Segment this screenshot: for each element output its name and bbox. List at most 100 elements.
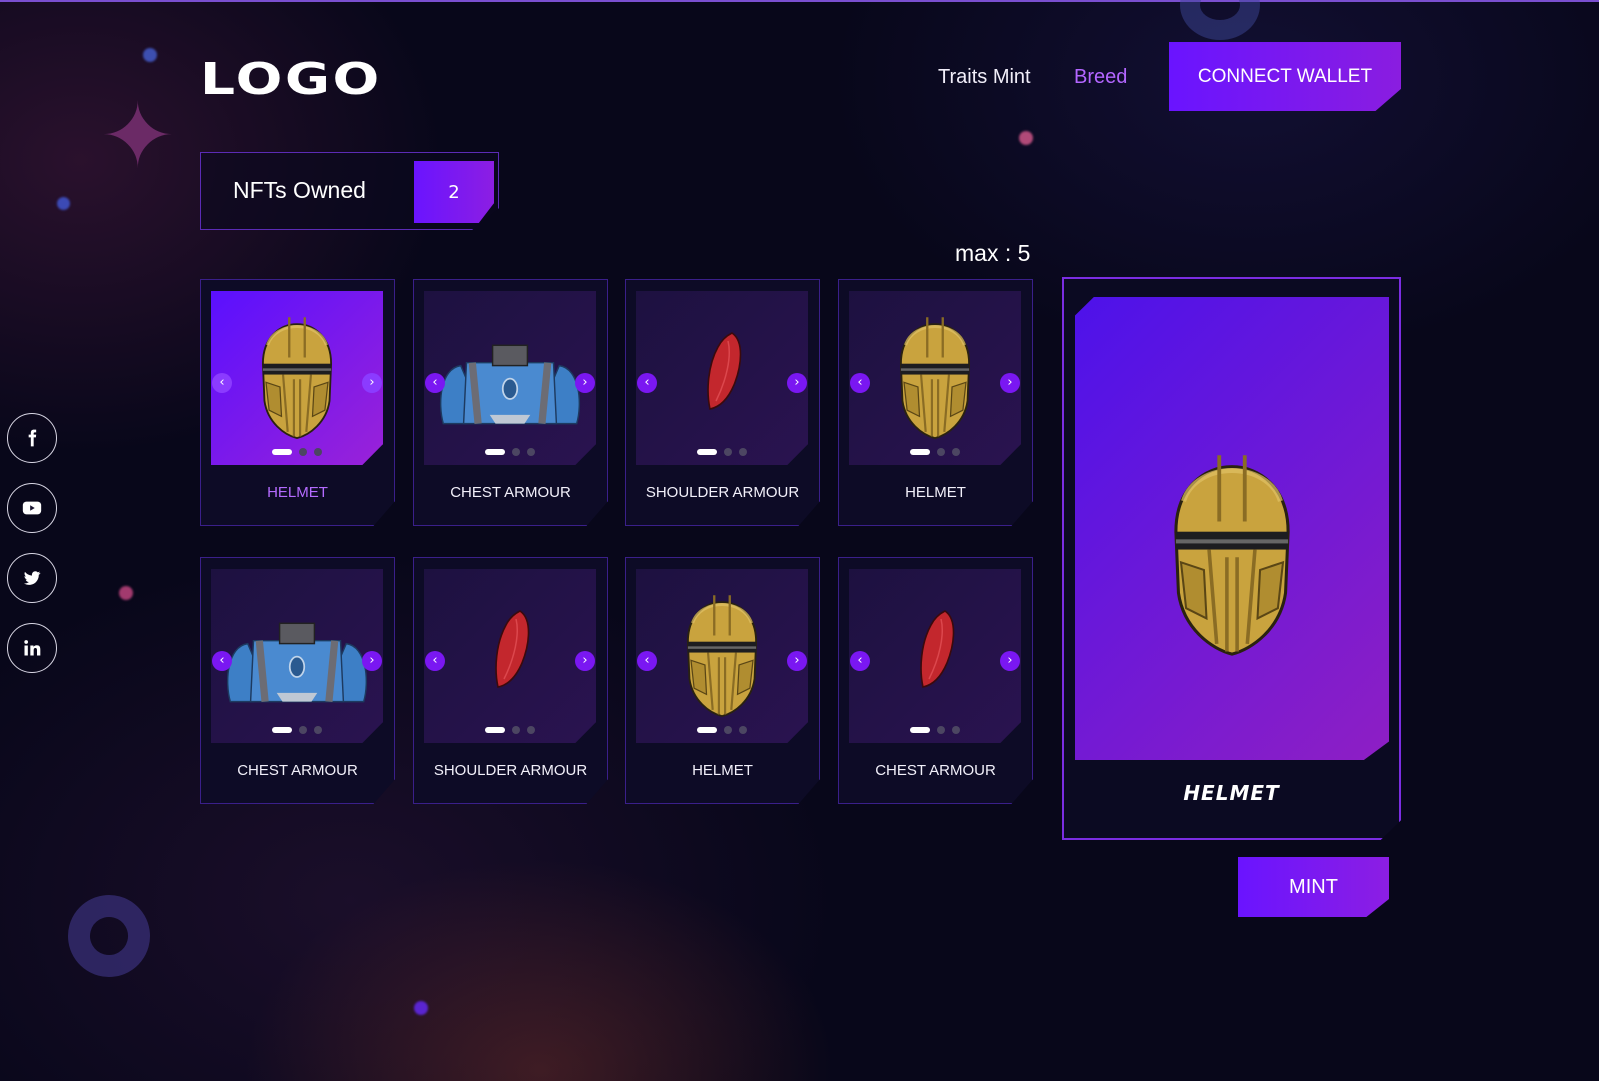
carousel-dot[interactable]: [299, 448, 307, 456]
helmet-icon: [261, 315, 333, 440]
carousel-dots: [849, 448, 1021, 456]
carousel-dot[interactable]: [697, 449, 717, 455]
top-border-line: [0, 0, 1599, 2]
carousel-dot[interactable]: [739, 726, 747, 734]
trait-card[interactable]: ‹ › HELMET: [838, 279, 1033, 526]
carousel-dot[interactable]: [739, 448, 747, 456]
trait-image: ‹ ›: [211, 569, 383, 743]
nfts-owned-label: NFTs Owned: [233, 177, 366, 203]
preview-title: HELMET: [1183, 781, 1280, 805]
carousel-dot[interactable]: [314, 448, 322, 456]
trait-card[interactable]: ‹ › CHEST ARMOUR: [413, 279, 608, 526]
trait-card[interactable]: ‹ › CHEST ARMOUR: [838, 557, 1033, 804]
decor-dot: [143, 48, 157, 62]
carousel-dot[interactable]: [952, 726, 960, 734]
trait-card-label: SHOULDER ARMOUR: [433, 762, 588, 779]
max-label: max : 5: [955, 240, 1031, 266]
preview-panel: HELMET: [1062, 277, 1401, 840]
next-arrow-icon[interactable]: ›: [1000, 651, 1020, 671]
prev-arrow-icon[interactable]: ‹: [637, 651, 657, 671]
trait-image: ‹ ›: [636, 569, 808, 743]
shoulder-armour-icon: [707, 332, 742, 410]
carousel-dot[interactable]: [910, 727, 930, 733]
prev-arrow-icon[interactable]: ‹: [850, 651, 870, 671]
prev-arrow-icon[interactable]: ‹: [425, 373, 445, 393]
decor-sparkle: ✦: [100, 84, 176, 189]
prev-arrow-icon[interactable]: ‹: [637, 373, 657, 393]
carousel-dots: [424, 726, 596, 734]
prev-arrow-icon[interactable]: ‹: [212, 651, 232, 671]
carousel-dots: [636, 726, 808, 734]
trait-image: ‹ ›: [424, 569, 596, 743]
mint-button[interactable]: MINT: [1238, 857, 1389, 917]
decor-ring: [1180, 0, 1260, 40]
trait-card-label: HELMET: [692, 762, 753, 779]
prev-arrow-icon[interactable]: ‹: [850, 373, 870, 393]
nav-breed[interactable]: Breed: [1074, 66, 1127, 89]
carousel-dot[interactable]: [299, 726, 307, 734]
carousel-dot[interactable]: [937, 448, 945, 456]
carousel-dot[interactable]: [485, 727, 505, 733]
nfts-owned-count: 2: [414, 161, 494, 223]
trait-card[interactable]: ‹ › HELMET: [200, 279, 395, 526]
carousel-dot[interactable]: [937, 726, 945, 734]
trait-card-label: SHOULDER ARMOUR: [645, 484, 800, 501]
trait-image: ‹ ›: [424, 291, 596, 465]
trait-card-label: HELMET: [905, 484, 966, 501]
trait-card[interactable]: ‹ › SHOULDER ARMOUR: [625, 279, 820, 526]
next-arrow-icon[interactable]: ›: [575, 373, 595, 393]
prev-arrow-icon[interactable]: ‹: [425, 651, 445, 671]
carousel-dots: [211, 726, 383, 734]
carousel-dot[interactable]: [272, 449, 292, 455]
carousel-dot[interactable]: [527, 448, 535, 456]
next-arrow-icon[interactable]: ›: [787, 373, 807, 393]
trait-image: ‹ ›: [211, 291, 383, 465]
decor-ring: [52, 879, 166, 993]
trait-image: ‹ ›: [849, 569, 1021, 743]
carousel-dot[interactable]: [314, 726, 322, 734]
helmet-icon: [686, 593, 758, 718]
next-arrow-icon[interactable]: ›: [787, 651, 807, 671]
next-arrow-icon[interactable]: ›: [575, 651, 595, 671]
carousel-dot[interactable]: [512, 448, 520, 456]
next-arrow-icon[interactable]: ›: [362, 373, 382, 393]
twitter-icon[interactable]: [7, 553, 57, 603]
trait-card[interactable]: ‹ › HELMET: [625, 557, 820, 804]
carousel-dot[interactable]: [952, 448, 960, 456]
nav-traits-mint[interactable]: Traits Mint: [938, 66, 1031, 89]
connect-wallet-button[interactable]: CONNECT WALLET: [1169, 42, 1401, 111]
carousel-dot[interactable]: [272, 727, 292, 733]
youtube-icon[interactable]: [7, 483, 57, 533]
chest-armour-icon: [211, 569, 383, 743]
decor-dot: [414, 1001, 428, 1015]
preview-image: [1075, 297, 1389, 760]
carousel-dot[interactable]: [527, 726, 535, 734]
carousel-dot[interactable]: [724, 448, 732, 456]
linkedin-icon[interactable]: [7, 623, 57, 673]
trait-image: ‹ ›: [849, 291, 1021, 465]
next-arrow-icon[interactable]: ›: [1000, 373, 1020, 393]
trait-card-label: CHEST ARMOUR: [237, 762, 358, 779]
carousel-dot[interactable]: [512, 726, 520, 734]
carousel-dots: [211, 448, 383, 456]
chest-armour-icon: [424, 291, 596, 465]
trait-card-label: HELMET: [267, 484, 328, 501]
prev-arrow-icon[interactable]: ‹: [212, 373, 232, 393]
decor-dot: [1019, 131, 1033, 145]
carousel-dot[interactable]: [697, 727, 717, 733]
next-arrow-icon[interactable]: ›: [362, 651, 382, 671]
facebook-icon[interactable]: [7, 413, 57, 463]
logo[interactable]: LOGO: [200, 58, 382, 102]
carousel-dot[interactable]: [485, 449, 505, 455]
decor-dot: [57, 197, 70, 210]
nfts-owned-panel: NFTs Owned 2: [200, 152, 499, 230]
trait-card[interactable]: ‹ › SHOULDER ARMOUR: [413, 557, 608, 804]
carousel-dots: [849, 726, 1021, 734]
carousel-dot[interactable]: [910, 449, 930, 455]
shoulder-armour-icon: [920, 610, 955, 688]
trait-card[interactable]: ‹ › CHEST ARMOUR: [200, 557, 395, 804]
shoulder-armour-icon: [495, 610, 530, 688]
carousel-dot[interactable]: [724, 726, 732, 734]
decor-dot: [119, 586, 133, 600]
carousel-dots: [424, 448, 596, 456]
